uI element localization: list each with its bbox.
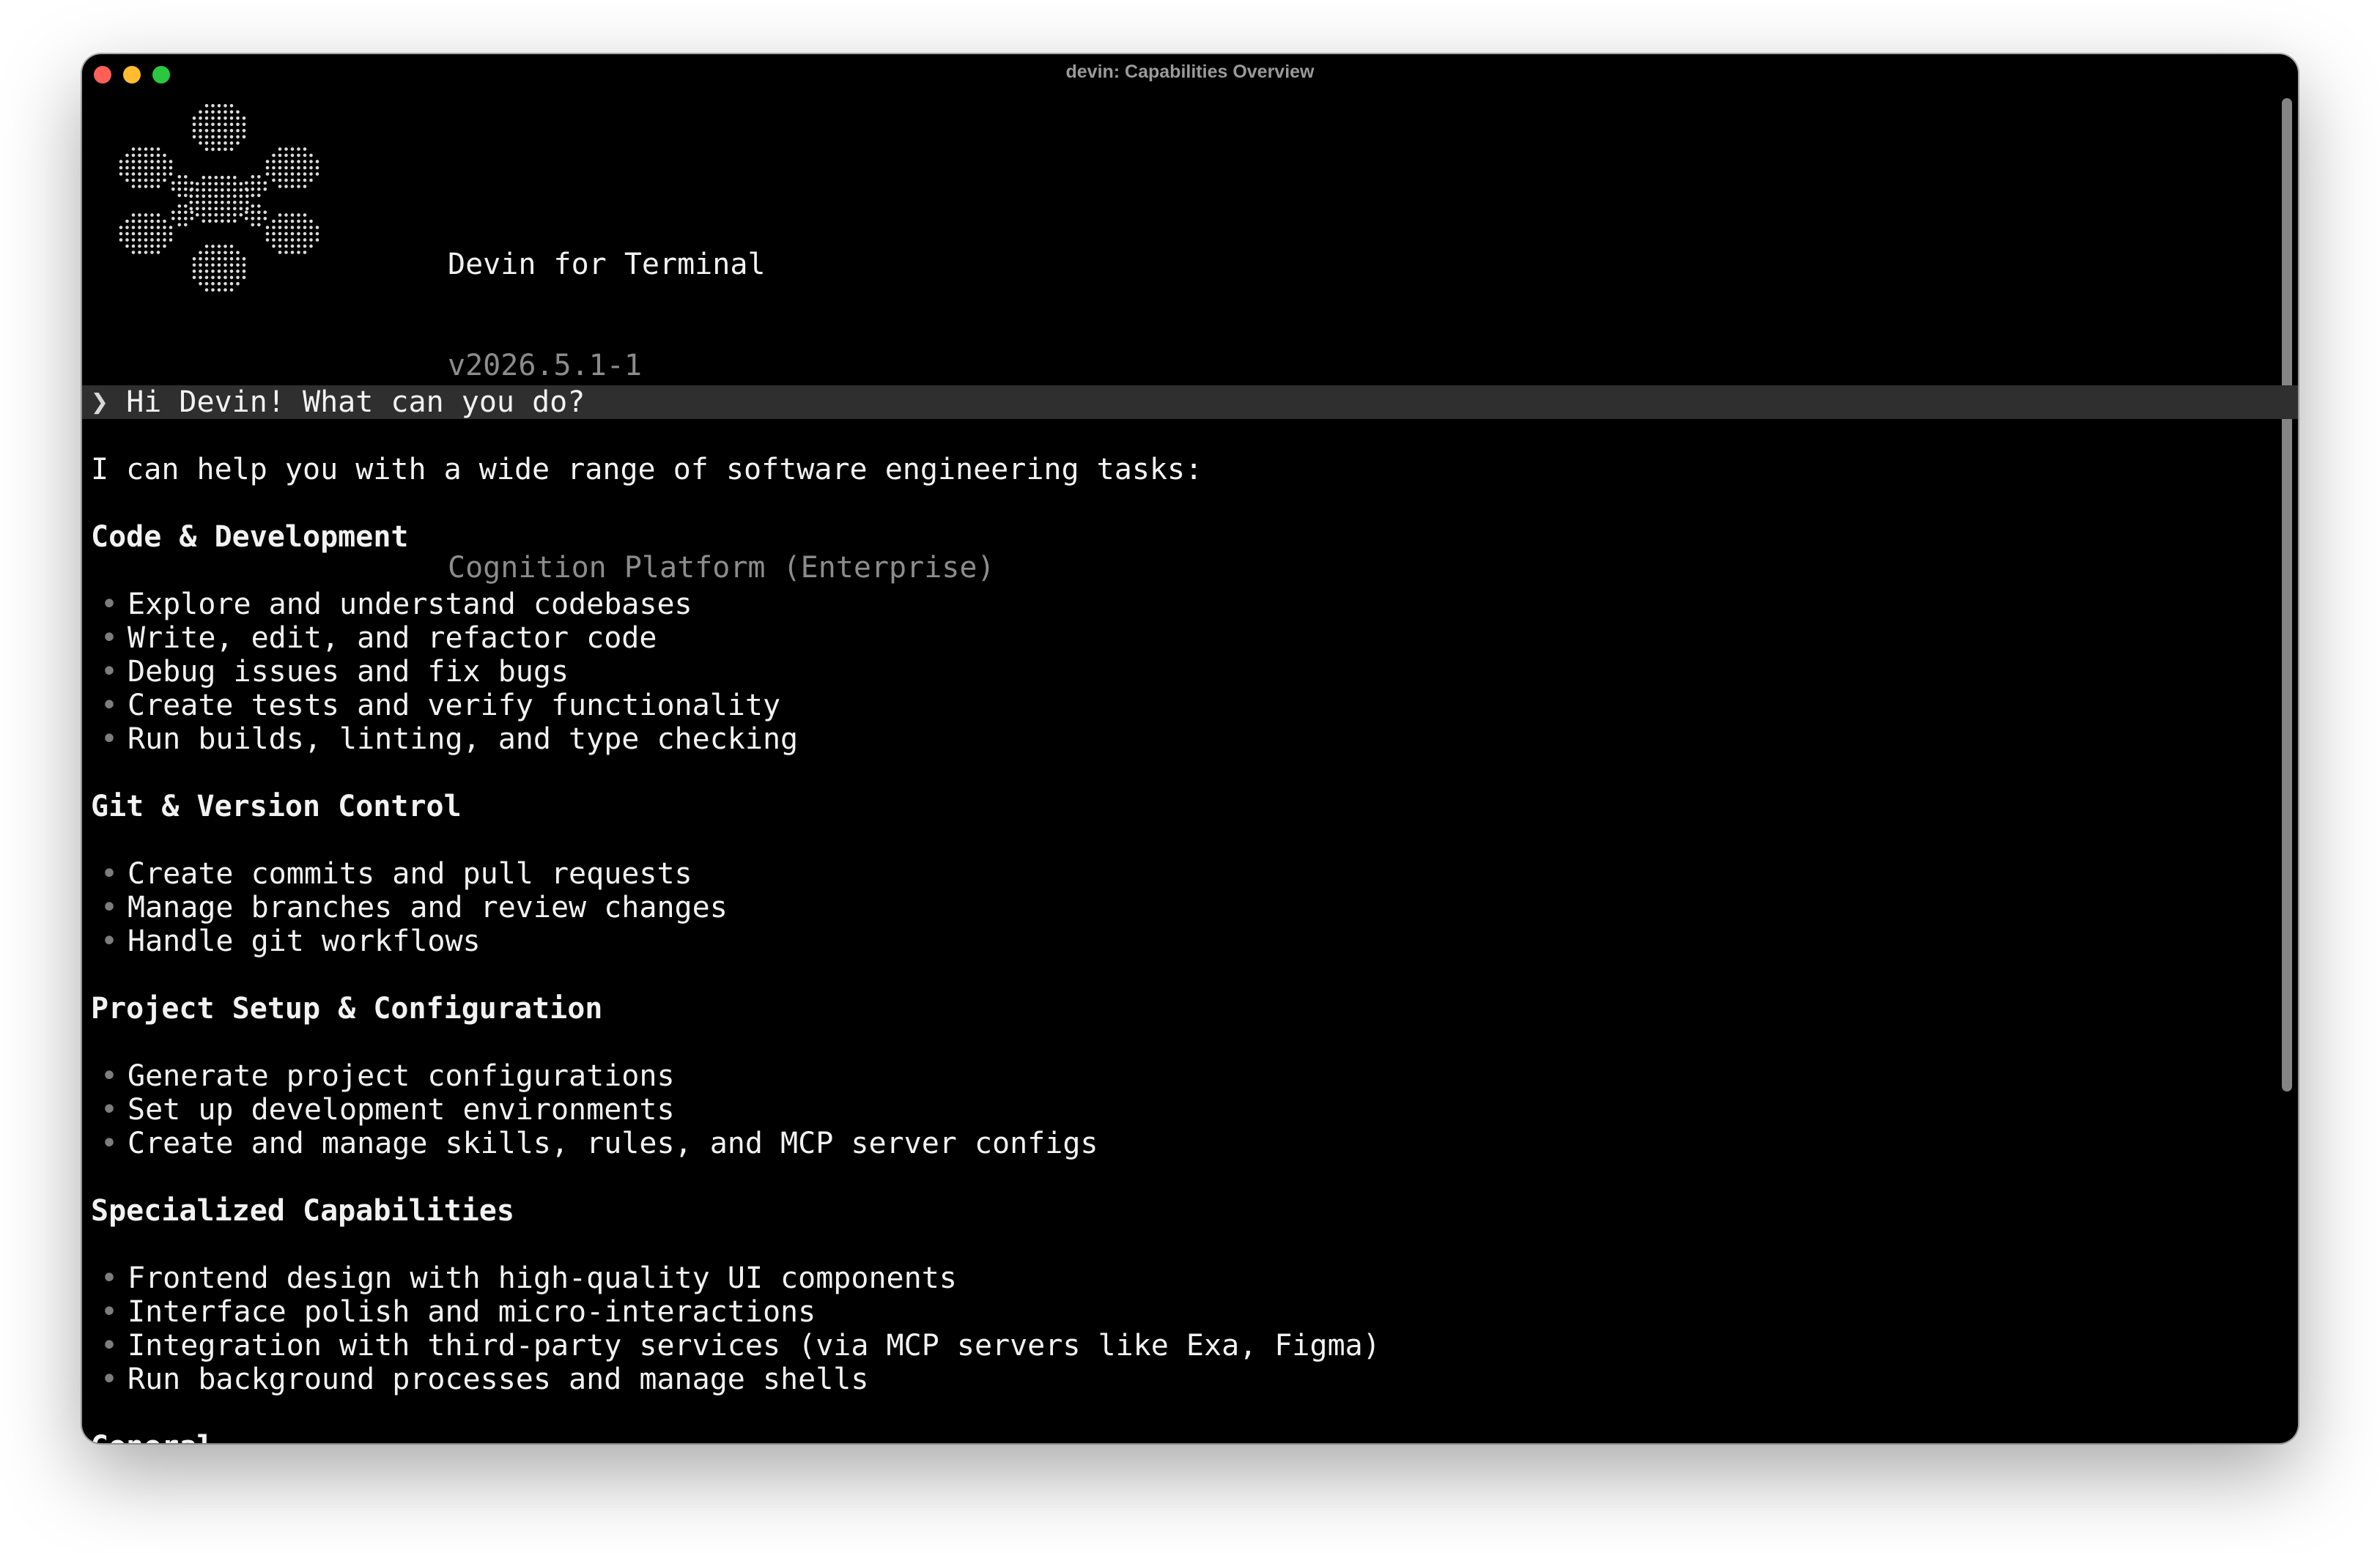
bullet-icon: • bbox=[100, 1093, 119, 1127]
app-name: Devin for Terminal bbox=[448, 248, 766, 281]
list-item: • Generate project configurations bbox=[91, 1059, 675, 1093]
bullet-icon: • bbox=[100, 1059, 119, 1093]
list-item-text: Debug issues and fix bugs bbox=[128, 655, 569, 689]
bullet-icon: • bbox=[100, 857, 119, 891]
list-item-text: Generate project configurations bbox=[128, 1059, 675, 1093]
bullet-icon: • bbox=[100, 1295, 119, 1329]
section-heading: Code & Development bbox=[91, 520, 409, 554]
list-item-text: Integration with third-party services (v… bbox=[128, 1329, 1381, 1363]
list-item-text: Manage branches and review changes bbox=[128, 891, 728, 924]
bullet-icon: • bbox=[100, 891, 119, 924]
title-bar: devin: Capabilities Overview bbox=[82, 54, 2298, 95]
list-item-text: Interface polish and micro-interactions bbox=[128, 1295, 816, 1329]
list-item: • Explore and understand codebases bbox=[91, 588, 692, 621]
list-item-text: Set up development environments bbox=[128, 1093, 675, 1127]
bullet-icon: • bbox=[100, 588, 119, 621]
list-item: • Write, edit, and refactor code bbox=[91, 621, 657, 655]
bullet-icon: • bbox=[100, 722, 119, 756]
scrollbar[interactable] bbox=[2282, 98, 2292, 1091]
list-item: • Run background processes and manage she… bbox=[91, 1363, 869, 1396]
list-item: • Handle git workflows bbox=[91, 924, 481, 958]
list-item: • Manage branches and review changes bbox=[91, 891, 728, 924]
response-intro: I can help you with a wide range of soft… bbox=[91, 453, 1203, 486]
list-item: • Interface polish and micro-interactions bbox=[91, 1295, 816, 1329]
list-item-text: Create and manage skills, rules, and MCP… bbox=[128, 1127, 1098, 1160]
section-heading: Project Setup & Configuration bbox=[91, 992, 603, 1026]
list-item: • Frontend design with high-quality UI co… bbox=[91, 1261, 957, 1295]
bullet-icon: • bbox=[100, 1329, 119, 1363]
bullet-icon: • bbox=[100, 621, 119, 655]
prompt-chevron-icon: ❯ bbox=[91, 385, 109, 419]
bullet-icon: • bbox=[100, 1127, 119, 1160]
list-item: • Run builds, linting, and type checking bbox=[91, 722, 798, 756]
bullet-icon: • bbox=[100, 924, 119, 958]
list-item-text: Write, edit, and refactor code bbox=[128, 621, 657, 655]
list-item-text: Run builds, linting, and type checking bbox=[128, 722, 799, 756]
bullet-icon: • bbox=[100, 1261, 119, 1295]
window-title: devin: Capabilities Overview bbox=[1065, 62, 1315, 82]
list-item-text: Handle git workflows bbox=[128, 924, 481, 958]
list-item-text: Create commits and pull requests bbox=[128, 857, 692, 891]
devin-logo-icon bbox=[119, 104, 319, 292]
list-item: • Set up development environments bbox=[91, 1093, 675, 1127]
list-item-text: Run background processes and manage shel… bbox=[128, 1363, 869, 1396]
terminal-window: devin: Capabilities Overview Devin for T… bbox=[82, 54, 2298, 1443]
list-item-text: Frontend design with high-quality UI com… bbox=[128, 1261, 957, 1295]
prompt-text: Hi Devin! What can you do? bbox=[126, 385, 585, 419]
section-heading: Git & Version Control bbox=[91, 790, 462, 823]
platform-label: Cognition Platform (Enterprise) bbox=[448, 551, 995, 585]
list-item-text: Explore and understand codebases bbox=[128, 588, 692, 621]
list-item: • Create commits and pull requests bbox=[91, 857, 692, 891]
bullet-icon: • bbox=[100, 689, 119, 722]
section-heading: Specialized Capabilities bbox=[91, 1194, 514, 1228]
section-heading: General bbox=[91, 1430, 215, 1443]
list-item: • Create tests and verify functionality bbox=[91, 689, 780, 722]
list-item: • Debug issues and fix bugs bbox=[91, 655, 569, 689]
list-item: • Integration with third-party services (… bbox=[91, 1329, 1381, 1363]
bullet-icon: • bbox=[100, 655, 119, 689]
app-version: v2026.5.1-1 bbox=[448, 349, 642, 382]
bullet-icon: • bbox=[100, 1363, 119, 1396]
list-item: • Create and manage skills, rules, and MC… bbox=[91, 1127, 1098, 1160]
user-prompt: ❯ Hi Devin! What can you do? bbox=[82, 385, 2298, 419]
list-item-text: Create tests and verify functionality bbox=[128, 689, 781, 722]
